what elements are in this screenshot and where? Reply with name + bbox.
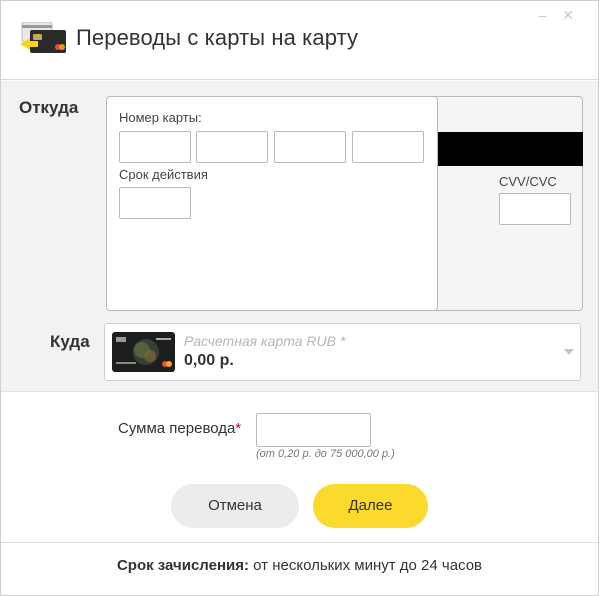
transfer-amount-field[interactable] (256, 413, 371, 447)
cvv-field[interactable] (499, 193, 571, 225)
crediting-time-label: Срок зачисления: (116, 557, 249, 574)
chevron-down-icon[interactable] (564, 349, 574, 355)
next-button[interactable]: Далее (313, 484, 428, 528)
card-front: Номер карты: Срок действия (106, 96, 438, 311)
dialog-header: Переводы с карты на карту ‒ ✕ (1, 1, 598, 80)
card-number-field-3[interactable] (274, 131, 346, 163)
from-label: Откуда (19, 98, 79, 117)
card-thumbnail-icon (112, 332, 175, 372)
transfer-amount-label: Сумма перевода* (118, 420, 241, 437)
destination-card-name: Расчетная карта RUB * (184, 333, 346, 349)
expiry-field[interactable] (119, 187, 191, 219)
magnetic-stripe (438, 132, 583, 166)
destination-card-balance: 0,00 р. (184, 352, 234, 369)
close-icon[interactable]: ✕ (562, 7, 580, 23)
destination-card-select[interactable]: Расчетная карта RUB * 0,00 р. (104, 323, 581, 381)
to-label: Куда (50, 332, 90, 351)
crediting-time-note: Срок зачисления: от нескольких минут до … (1, 557, 598, 574)
card-number-field-1[interactable] (119, 131, 191, 163)
crediting-time-value: от нескольких минут до 24 часов (249, 557, 483, 574)
cancel-button[interactable]: Отмена (171, 484, 299, 528)
transfer-dialog: Переводы с карты на карту ‒ ✕ Откуда CVV… (0, 0, 599, 596)
main-panel: Откуда CVV/CVC Номер карты: Срок действи… (1, 81, 598, 392)
minimize-icon[interactable]: ‒ (539, 7, 553, 23)
card-number-field-2[interactable] (196, 131, 268, 163)
transfer-amount-label-text: Сумма перевода (118, 420, 236, 437)
cvv-label: CVV/CVC (499, 174, 557, 189)
cards-icon (20, 21, 68, 54)
required-mark: * (235, 420, 242, 437)
footer: Срок зачисления: от нескольких минут до … (1, 542, 598, 595)
dialog-title: Переводы с карты на карту (76, 25, 359, 50)
card-number-label: Номер карты: (119, 110, 202, 125)
expiry-label: Срок действия (119, 167, 208, 182)
window-controls: ‒ ✕ (539, 7, 580, 24)
transfer-amount-hint: (от 0,20 р. до 75 000,00 р.) (256, 448, 395, 460)
card-number-field-4[interactable] (352, 131, 424, 163)
